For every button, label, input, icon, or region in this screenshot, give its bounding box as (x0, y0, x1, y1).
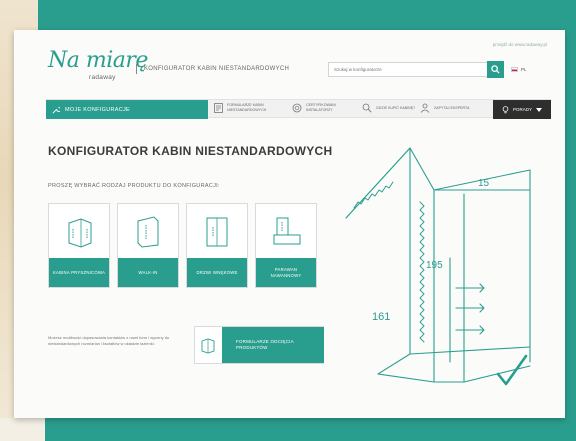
search-button[interactable] (487, 61, 504, 78)
nav-item-label: FORMULARZE KABIN NIESTANDARDOWYCH (227, 103, 267, 112)
language-code: PL (521, 67, 527, 72)
wrench-icon (52, 106, 60, 114)
search-input[interactable] (328, 62, 488, 77)
nav-item-label: GDZIE KUPIĆ KABINĘ? (376, 105, 416, 110)
order-form-button[interactable]: FORMULARZE ODCIĘCIA PRODUKTÓW (194, 326, 324, 364)
configurator-page: przejdź do www.radaway.pl Na miarę radaw… (14, 30, 565, 418)
my-configurations-button[interactable]: MOJE KONFIGURACJE (46, 100, 208, 119)
certificate-icon (292, 103, 302, 113)
product-card-walk-in[interactable]: WALK-IN (117, 203, 179, 288)
header-title: KONFIGURATOR KABIN NIESTANDARDOWYCH (144, 66, 290, 72)
sketch-dim-side: 161 (372, 311, 390, 323)
header-divider (136, 64, 137, 74)
nav-item-forms[interactable]: FORMULARZE KABIN NIESTANDARDOWYCH (214, 103, 269, 113)
top-link[interactable]: przejdź do www.radaway.pl (493, 42, 547, 47)
shower-cabin-icon (49, 204, 109, 258)
nav-item-label: ZAPYTAJ EKSPERTA (434, 105, 470, 110)
product-card-bath-screen[interactable]: PARAWAN NAWANNOWY (255, 203, 317, 288)
language-selector[interactable]: PL (511, 67, 527, 72)
sketch-dim-top: 15 (478, 178, 490, 189)
sketch-dim-height: 195 (426, 260, 443, 271)
nav-item-where-to-buy[interactable]: GDZIE KUPIĆ KABINĘ? (362, 103, 418, 113)
products-menu-button[interactable]: PORADY (493, 100, 551, 119)
product-card-label: WALK-IN (118, 258, 178, 287)
product-card-label: KABINA PRYSZNICOWA (49, 258, 109, 287)
nav-item-label: CERTYFIKOWANI INSTALATORZY (306, 103, 336, 112)
bath-screen-icon (256, 204, 316, 258)
info-text: Możesz możliwość dopasowania kontaktów z… (48, 335, 170, 346)
product-card-label: DRZWI WNĘKOWE (187, 258, 247, 287)
product-type-prompt: PROSZĘ WYBRAĆ RODZAJ PRODUKTU DO KONFIGU… (48, 183, 220, 189)
navbar: MOJE KONFIGURACJE FORMULARZE KABIN NIEST… (46, 99, 551, 119)
lightbulb-icon (502, 105, 509, 113)
nav-item-ask-expert[interactable]: ZAPYTAJ EKSPERTA (420, 103, 476, 113)
shower-sketch-illustration: 15 195 161 (345, 147, 531, 386)
product-card-label: PARAWAN NAWANNOWY (256, 258, 316, 287)
chevron-down-icon (536, 107, 542, 112)
search-icon (491, 65, 500, 74)
products-menu-label: PORADY (512, 107, 532, 112)
cabin-form-icon (195, 327, 221, 363)
logo[interactable]: Na miarę (48, 48, 148, 73)
my-configurations-label: MOJE KONFIGURACJE (65, 106, 130, 113)
expert-icon (420, 103, 430, 113)
product-card-niche-door[interactable]: DRZWI WNĘKOWE (186, 203, 248, 288)
nav-item-installers[interactable]: CERTYFIKOWANI INSTALATORZY (292, 103, 348, 113)
order-form-label: FORMULARZE ODCIĘCIA PRODUKTÓW (222, 327, 324, 363)
flag-icon (511, 67, 518, 72)
form-icon (214, 103, 223, 113)
backdrop-bottom-teal (45, 418, 576, 441)
search-store-icon (362, 103, 372, 113)
niche-door-icon (187, 204, 247, 258)
page-title: KONFIGURATOR KABIN NIESTANDARDOWYCH (48, 144, 333, 158)
product-card-shower-cabin[interactable]: KABINA PRYSZNICOWA (48, 203, 110, 288)
walk-in-icon (118, 204, 178, 258)
logo-brand: radaway (89, 74, 116, 81)
